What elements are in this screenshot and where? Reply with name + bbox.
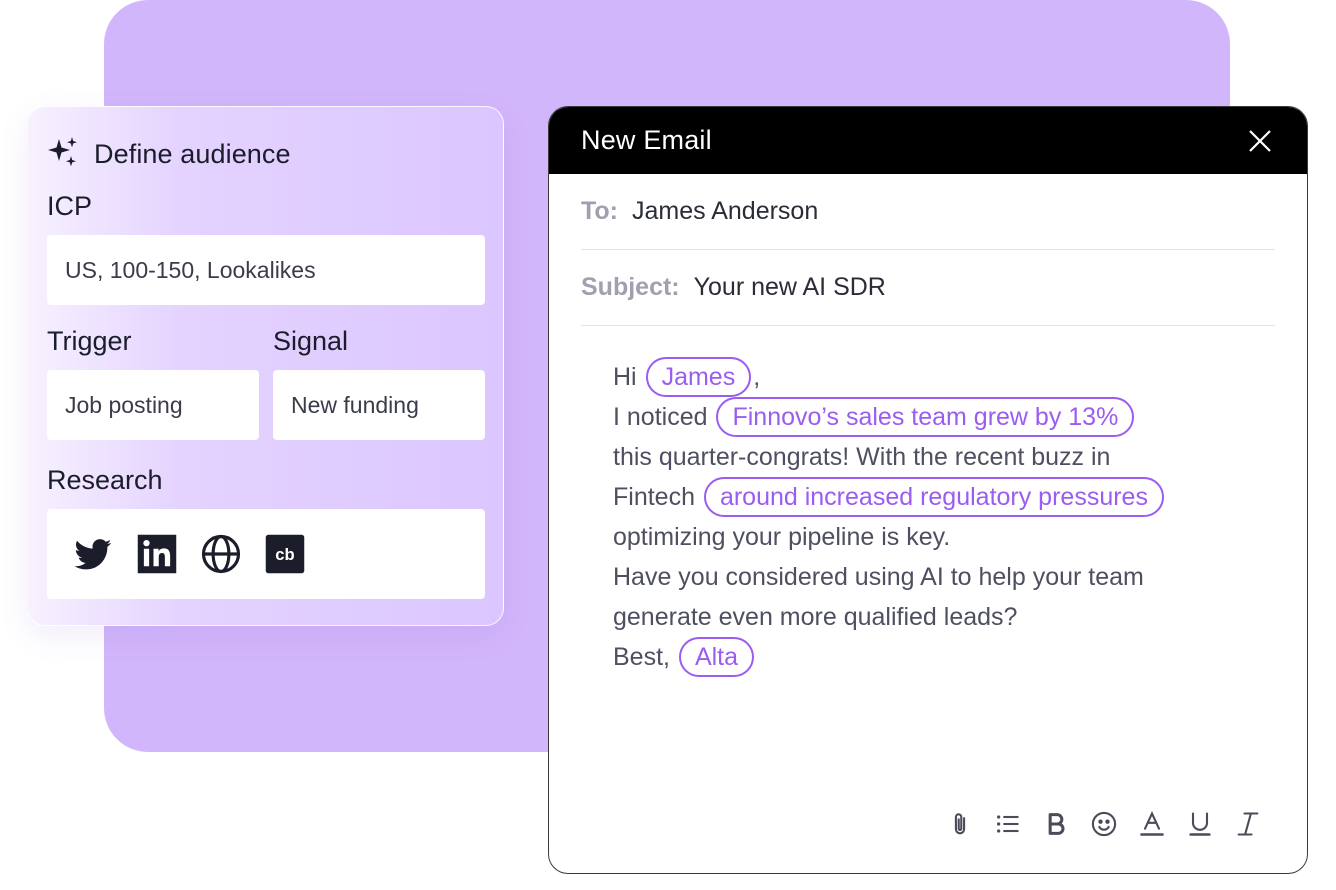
email-header: New Email xyxy=(549,107,1307,174)
signoff-text: Best, xyxy=(613,643,670,671)
crunchbase-text: cb xyxy=(275,545,294,564)
bold-icon xyxy=(1048,813,1065,835)
attach-icon xyxy=(954,813,966,835)
greeting-prefix: Hi xyxy=(613,363,637,391)
signal-label: Signal xyxy=(273,326,349,356)
variable-pill-insight[interactable]: Finnovo’s sales team grew by 13% xyxy=(716,397,1135,437)
italic-icon xyxy=(1237,812,1259,836)
body-line: I noticed Finnovo’s sales team grew by 1… xyxy=(613,397,1253,437)
variable-pill-name[interactable]: James xyxy=(645,357,752,397)
email-title: New Email xyxy=(581,125,712,155)
body-line: optimizing your pipeline is key. xyxy=(613,523,951,551)
text-color-icon xyxy=(1140,810,1164,836)
italic-button[interactable] xyxy=(1233,809,1263,839)
define-audience-card: Define audience ICP US, 100-150, Lookali… xyxy=(27,106,504,626)
underline-button[interactable] xyxy=(1185,809,1215,839)
subject-label: Subject: xyxy=(581,273,680,301)
research-sources: cb xyxy=(47,509,485,599)
to-row[interactable]: To: James Anderson xyxy=(581,174,1275,250)
emoji-button[interactable] xyxy=(1089,809,1119,839)
variable-pill-sender[interactable]: Alta xyxy=(678,637,755,677)
close-icon xyxy=(1249,129,1271,152)
underline-icon xyxy=(1189,812,1211,836)
linkedin-icon[interactable] xyxy=(135,532,179,576)
greeting-suffix: , xyxy=(753,363,761,391)
body-line: this quarter-congrats! With the recent b… xyxy=(613,443,1111,471)
sparkles-icon xyxy=(46,135,80,174)
bullet-list-button[interactable] xyxy=(993,809,1023,839)
research-label: Research xyxy=(47,465,163,495)
subject-row[interactable]: Subject: Your new AI SDR xyxy=(581,250,1275,326)
card-header: Define audience xyxy=(46,135,291,174)
to-label: To: xyxy=(581,197,619,225)
formatting-toolbar xyxy=(945,809,1263,839)
trigger-field[interactable]: Job posting xyxy=(47,370,259,440)
body-text: Fintech xyxy=(613,483,695,511)
attach-button[interactable] xyxy=(945,809,975,839)
close-button[interactable] xyxy=(1245,126,1275,156)
globe-icon[interactable] xyxy=(199,532,243,576)
to-value: James Anderson xyxy=(632,197,819,225)
email-body[interactable]: Hi James, I noticed Finnovo’s sales team… xyxy=(613,357,1253,677)
variable-pill-context[interactable]: around increased regulatory pressures xyxy=(703,477,1164,517)
signal-field[interactable]: New funding xyxy=(273,370,485,440)
twitter-icon[interactable] xyxy=(71,532,115,576)
trigger-label: Trigger xyxy=(47,326,132,356)
icp-field[interactable]: US, 100-150, Lookalikes xyxy=(47,235,485,305)
emoji-icon xyxy=(1091,811,1117,837)
body-text: I noticed xyxy=(613,403,708,431)
signoff-line: Best, Alta xyxy=(613,637,1253,677)
bold-button[interactable] xyxy=(1041,809,1071,839)
body-line: Have you considered using AI to help you… xyxy=(613,563,1144,591)
new-email-window: New Email To: James Anderson Subject: Yo… xyxy=(548,106,1308,874)
crunchbase-icon[interactable]: cb xyxy=(263,532,307,576)
body-line: generate even more qualified leads? xyxy=(613,603,1018,631)
body-line: Fintech around increased regulatory pres… xyxy=(613,477,1253,517)
card-title: Define audience xyxy=(94,139,291,169)
subject-value: Your new AI SDR xyxy=(693,273,886,301)
icp-label: ICP xyxy=(47,191,93,221)
greeting-line: Hi James, xyxy=(613,357,1253,397)
bullet-list-icon xyxy=(997,815,1019,833)
text-color-button[interactable] xyxy=(1137,809,1167,839)
